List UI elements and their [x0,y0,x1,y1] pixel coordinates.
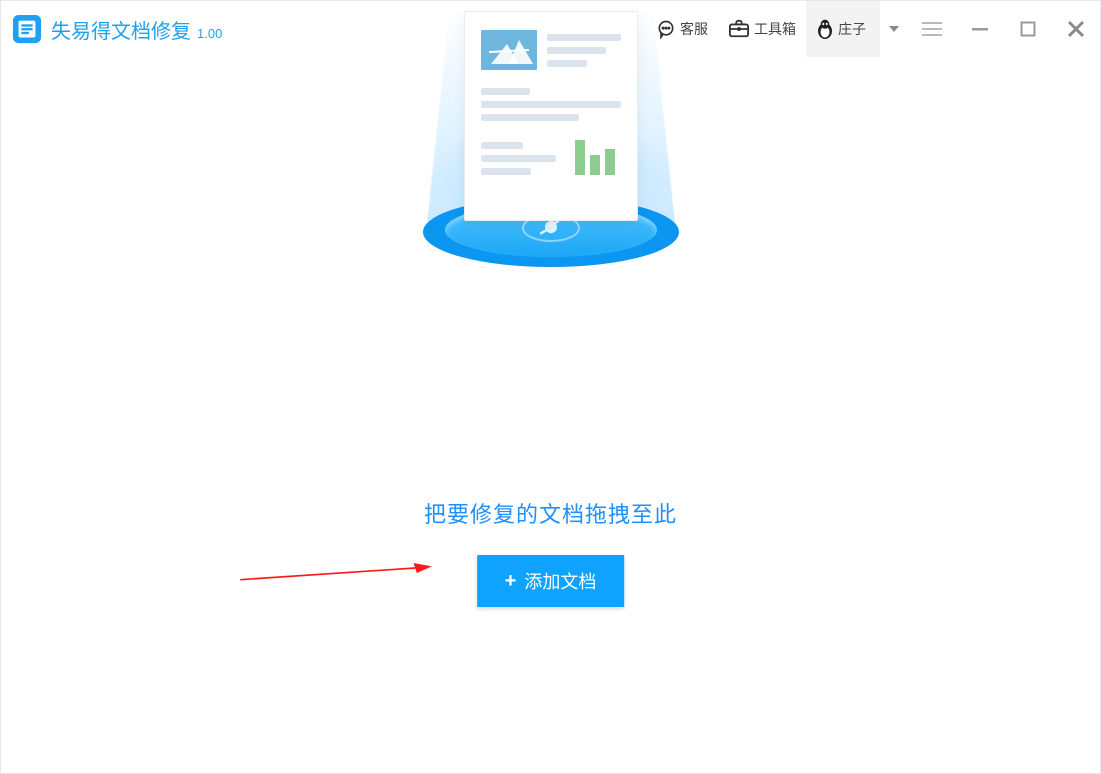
app-version-text: 1.00 [197,26,222,41]
add-button-label: 添加文档 [524,568,596,594]
document-graphic [464,11,638,221]
main-content: 把要修复的文档拖拽至此 + 添加文档 [1,57,1100,773]
toolbox-icon [728,19,750,39]
user-menu[interactable]: 庄子 [806,1,880,57]
close-icon [1067,20,1085,38]
broken-image-icon [481,30,537,70]
app-name-text: 失易得文档修复 [51,15,191,44]
chat-icon [656,19,676,39]
bar-chart-icon [575,137,621,175]
support-label: 客服 [680,19,708,39]
minimize-icon [971,20,989,38]
plus-icon: + [505,571,517,591]
toolbox-label: 工具箱 [754,19,796,39]
user-dropdown-caret[interactable] [880,1,908,57]
maximize-button[interactable] [1004,1,1052,57]
minimize-button[interactable] [956,1,1004,57]
app-title: 失易得文档修复 1.00 [51,15,222,44]
maximize-icon [1020,21,1036,37]
hamburger-icon [922,22,942,36]
title-right: 客服 工具箱 [646,1,1100,57]
penguin-icon [816,19,834,39]
user-name-text: 庄子 [838,19,866,39]
app-logo-icon [11,13,43,45]
title-left: 失易得文档修复 1.00 [11,13,222,45]
menu-button[interactable] [908,1,956,57]
close-button[interactable] [1052,1,1100,57]
toolbox-button[interactable]: 工具箱 [718,1,806,57]
add-document-button[interactable]: + 添加文档 [477,555,625,607]
platform-graphic [423,197,679,267]
drop-hint-text: 把要修复的文档拖拽至此 [424,497,677,529]
drop-illustration [401,197,701,267]
annotation-arrow [221,563,451,583]
support-button[interactable]: 客服 [646,1,718,57]
